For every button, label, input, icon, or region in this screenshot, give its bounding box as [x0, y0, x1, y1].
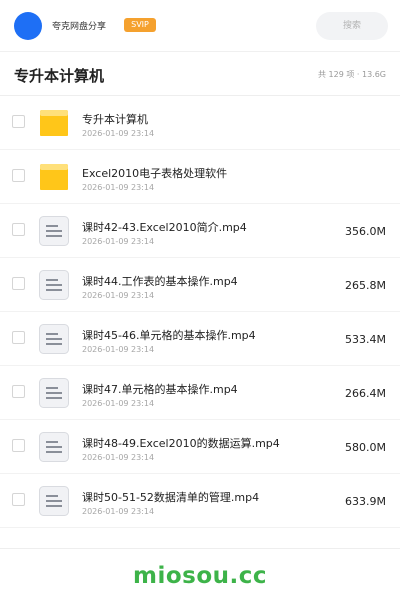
file-document-icon: [38, 431, 70, 463]
file-name: Excel2010电子表格处理软件: [82, 167, 228, 180]
file-row-5[interactable]: 课时45-46.单元格的基本操作.mp4 2026-01-09 23:14 53…: [0, 312, 400, 366]
row-checkbox[interactable]: [12, 331, 25, 344]
row-checkbox[interactable]: [12, 169, 25, 182]
folder-title-bar: 专升本计算机 共 129 项 · 13.6G: [0, 52, 400, 96]
file-name: 课时47.单元格的基本操作.mp4: [82, 383, 238, 396]
file-date: 2026-01-09 23:14: [82, 507, 155, 516]
file-document-icon: [38, 269, 70, 301]
file-row-8[interactable]: 课时50-51-52数据清单的管理.mp4 2026-01-09 23:14 6…: [0, 474, 400, 528]
file-date: 2026-01-09 23:14: [82, 399, 155, 408]
file-name: 课时44.工作表的基本操作.mp4: [82, 275, 238, 288]
page-title: 专升本计算机: [14, 67, 105, 85]
file-date: 2026-01-09 23:14: [82, 291, 155, 300]
file-date: 2026-01-09 23:14: [82, 129, 155, 138]
row-checkbox[interactable]: [12, 439, 25, 452]
file-date: 2026-01-09 23:14: [82, 237, 155, 246]
file-document-icon: [38, 377, 70, 409]
file-size: 356.0M: [345, 225, 386, 238]
file-date: 2026-01-09 23:14: [82, 453, 155, 462]
site-watermark: miosou.cc: [132, 563, 268, 589]
file-date: 2026-01-09 23:14: [82, 183, 155, 192]
file-document-icon: [38, 215, 70, 247]
share-owner-name: 夸克网盘分享: [52, 22, 107, 32]
header-bar: 夸克网盘分享 SVIP 搜索: [0, 0, 400, 52]
share-page: 夸克网盘分享 SVIP 搜索 专升本计算机 共 129 项 · 13.6G 专升…: [0, 0, 400, 600]
file-row-7[interactable]: 课时48-49.Excel2010的数据运算.mp4 2026-01-09 23…: [0, 420, 400, 474]
file-date: 2026-01-09 23:14: [82, 345, 155, 354]
footer-bar: miosou.cc: [0, 548, 400, 600]
row-checkbox[interactable]: [12, 223, 25, 236]
file-name: 课时50-51-52数据清单的管理.mp4: [82, 491, 260, 504]
search-button[interactable]: 搜索: [316, 12, 388, 40]
folder-icon: [38, 161, 70, 193]
file-size: 580.0M: [345, 441, 386, 454]
file-row-1[interactable]: 专升本计算机 2026-01-09 23:14: [0, 96, 400, 150]
row-checkbox[interactable]: [12, 493, 25, 506]
file-name: 课时48-49.Excel2010的数据运算.mp4: [82, 437, 280, 450]
file-document-icon: [38, 323, 70, 355]
folder-icon: [38, 107, 70, 139]
file-document-icon: [38, 485, 70, 517]
file-size: 533.4M: [345, 333, 386, 346]
file-row-2[interactable]: Excel2010电子表格处理软件 2026-01-09 23:14: [0, 150, 400, 204]
row-checkbox[interactable]: [12, 115, 25, 128]
row-checkbox[interactable]: [12, 385, 25, 398]
file-name: 课时45-46.单元格的基本操作.mp4: [82, 329, 256, 342]
file-size: 266.4M: [345, 387, 386, 400]
file-row-6[interactable]: 课时47.单元格的基本操作.mp4 2026-01-09 23:14 266.4…: [0, 366, 400, 420]
file-size: 265.8M: [345, 279, 386, 292]
file-list: 专升本计算机 2026-01-09 23:14 Excel2010电子表格处理软…: [0, 96, 400, 528]
folder-stats: 共 129 项 · 13.6G: [318, 70, 386, 79]
avatar[interactable]: [14, 12, 42, 40]
file-name: 课时42-43.Excel2010简介.mp4: [82, 221, 247, 234]
file-row-3[interactable]: 课时42-43.Excel2010简介.mp4 2026-01-09 23:14…: [0, 204, 400, 258]
row-checkbox[interactable]: [12, 277, 25, 290]
svip-badge: SVIP: [124, 18, 156, 32]
file-name: 专升本计算机: [82, 113, 148, 126]
file-size: 633.9M: [345, 495, 386, 508]
file-row-4[interactable]: 课时44.工作表的基本操作.mp4 2026-01-09 23:14 265.8…: [0, 258, 400, 312]
